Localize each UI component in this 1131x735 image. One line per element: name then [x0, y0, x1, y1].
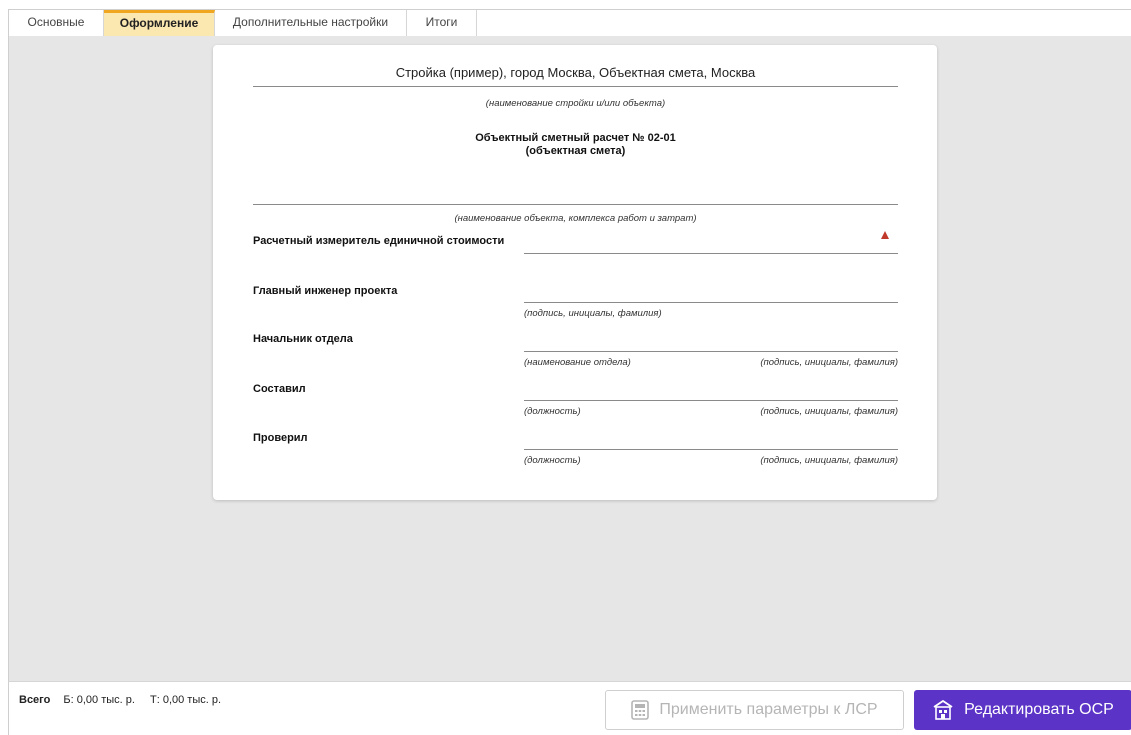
tab-totals[interactable]: Итоги — [407, 10, 477, 36]
tab-formatting[interactable]: Оформление — [104, 10, 215, 36]
apply-to-lsr-button[interactable]: Применить параметры к ЛСР — [605, 690, 904, 730]
building-icon — [932, 699, 954, 721]
checked-by-field[interactable] — [524, 449, 898, 450]
checked-by-position-hint: (должность) — [524, 455, 581, 466]
document-title-line1: Объектный сметный расчет № 02-01 — [475, 132, 676, 144]
project-hint: (наименование стройки и/или объекта) — [485, 98, 666, 109]
edit-button-label: Редактировать ОСР — [964, 701, 1114, 718]
tab-additional-settings[interactable]: Дополнительные настройки — [215, 10, 407, 36]
document-title: Объектный сметный расчет № 02-01 (объект… — [253, 132, 898, 158]
app-window: Основные Оформление Дополнительные настр… — [0, 0, 1131, 735]
footer-bar: Всего Б: 0,00 тыс. р. Т: 0,00 тыс. р. Пр… — [8, 681, 1131, 735]
chief-engineer-label: Главный инженер проекта — [253, 285, 398, 297]
compiled-by-signature-hint: (подпись, инициалы, фамилия) — [760, 406, 898, 417]
department-head-label: Начальник отдела — [253, 333, 353, 345]
total-label: Всего — [19, 694, 51, 706]
department-head-signature-hint: (подпись, инициалы, фамилия) — [760, 357, 898, 368]
calculator-icon — [631, 700, 650, 720]
document-title-line2: (объектная смета) — [525, 145, 626, 157]
warning-icon — [881, 231, 889, 239]
total-b: Б: 0,00 тыс. р. — [63, 694, 135, 706]
checked-by-signature-hint: (подпись, инициалы, фамилия) — [760, 455, 898, 466]
chief-engineer-signature-hint: (подпись, инициалы, фамилия) — [524, 308, 662, 319]
tab-main[interactable]: Основные — [9, 10, 104, 36]
apply-button-label: Применить параметры к ЛСР — [659, 701, 878, 718]
department-head-field[interactable] — [524, 351, 898, 352]
compiled-by-position-hint: (должность) — [524, 406, 581, 417]
compiled-by-field[interactable] — [524, 400, 898, 401]
department-name-hint: (наименование отдела) — [524, 357, 631, 368]
tab-bar: Основные Оформление Дополнительные настр… — [8, 9, 1131, 36]
totals: Всего Б: 0,00 тыс. р. Т: 0,00 тыс. р. — [19, 694, 221, 706]
project-title[interactable]: Стройка (пример), город Москва, Объектна… — [253, 65, 898, 87]
document-card: Стройка (пример), город Москва, Объектна… — [213, 45, 937, 500]
unit-cost-label: Расчетный измеритель единичной стоимости — [253, 235, 505, 247]
checked-by-label: Проверил — [253, 432, 308, 444]
compiled-by-label: Составил — [253, 383, 306, 395]
edit-osr-button[interactable]: Редактировать ОСР — [914, 690, 1131, 730]
object-name-field[interactable] — [253, 204, 898, 205]
chief-engineer-field[interactable] — [524, 302, 898, 303]
total-t: Т: 0,00 тыс. р. — [150, 694, 222, 706]
object-hint: (наименование объекта, комплекса работ и… — [454, 213, 697, 224]
unit-cost-field[interactable] — [524, 253, 898, 254]
